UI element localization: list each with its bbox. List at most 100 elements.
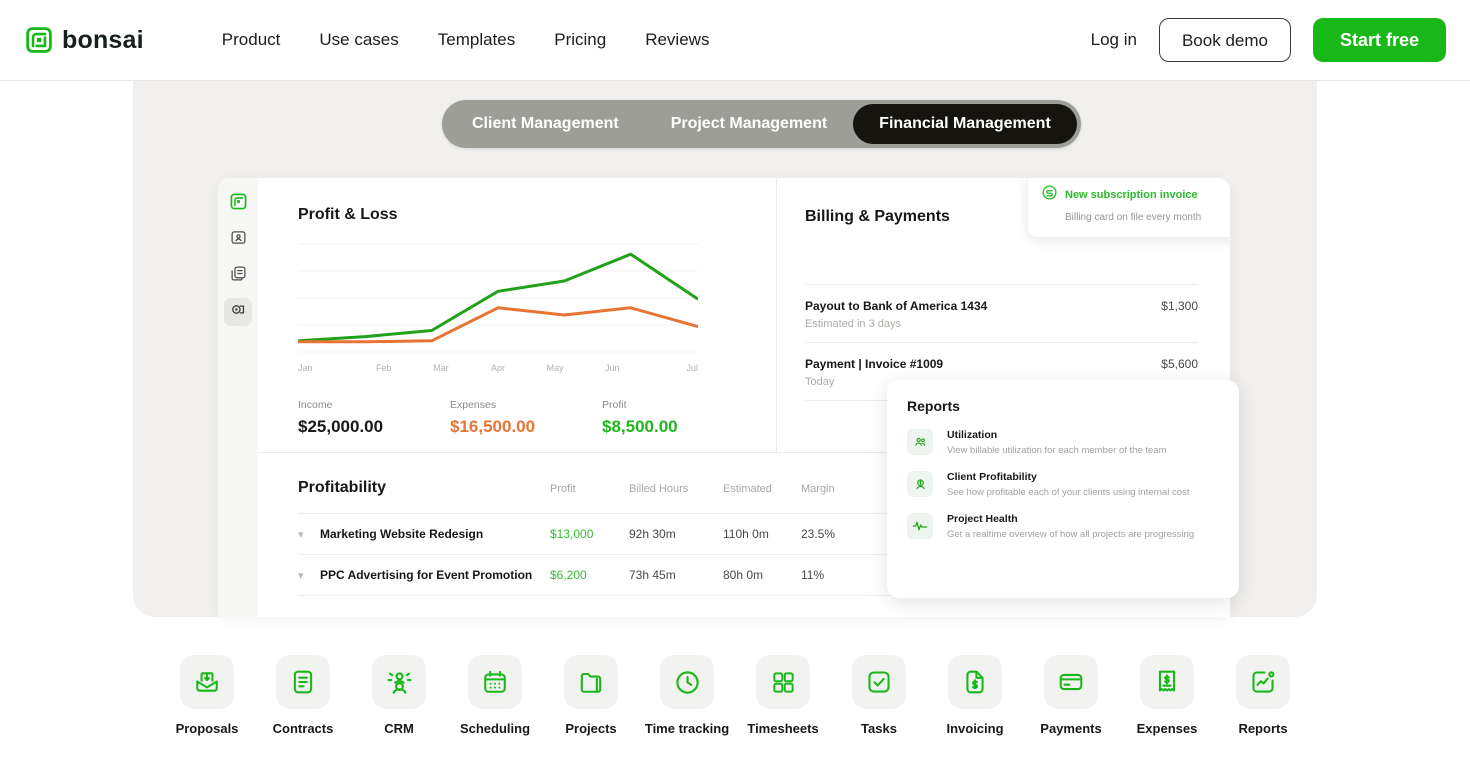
grid-squares-icon <box>756 655 810 709</box>
nav-link-pricing[interactable]: Pricing <box>554 30 606 50</box>
dashboard-sidebar-rail <box>218 178 258 617</box>
reports-title: Reports <box>907 398 960 414</box>
nav-actions: Log in Book demo Start free <box>1091 18 1446 62</box>
feature-label: Contracts <box>272 721 334 736</box>
chart-trend-icon <box>1236 655 1290 709</box>
feature-label: Payments <box>1040 721 1102 736</box>
tab-project-management[interactable]: Project Management <box>645 104 853 144</box>
feature-projects[interactable]: Projects <box>557 655 626 736</box>
report-name: Utilization <box>947 429 998 441</box>
feature-timesheets[interactable]: Timesheets <box>747 655 819 736</box>
segmented-tab-bar: Client Management Project Management Fin… <box>442 100 1081 148</box>
tab-financial-management[interactable]: Financial Management <box>853 104 1077 144</box>
stat-profit-value: $8,500.00 <box>602 417 678 436</box>
feature-label: Timesheets <box>747 721 819 736</box>
chevron-down-icon[interactable]: ▾ <box>298 528 314 541</box>
cell-billed-hours: 92h 30m <box>629 527 676 541</box>
rail-item-payments[interactable] <box>224 298 252 326</box>
nav-links: Product Use cases Templates Pricing Revi… <box>222 30 710 50</box>
stat-income-label: Income <box>298 399 333 411</box>
calendar-icon <box>468 655 522 709</box>
rail-item-contacts[interactable] <box>224 226 252 254</box>
cell-estimated: 110h 0m <box>723 527 769 541</box>
report-description: See how profitable each of your clients … <box>947 487 1190 498</box>
cell-margin: 23.5% <box>801 527 836 541</box>
nav-link-templates[interactable]: Templates <box>438 30 515 50</box>
feature-scheduling[interactable]: Scheduling <box>459 655 531 736</box>
feature-label: Scheduling <box>459 721 531 736</box>
billing-row-title: Payout to Bank of America 1434 <box>805 299 988 313</box>
feature-label: Reports <box>1238 721 1288 736</box>
feature-label: Projects <box>565 721 617 736</box>
feature-label: Time tracking <box>644 721 730 736</box>
billing-row-subtitle: Estimated in 3 days <box>805 318 901 330</box>
billing-row-title: Payment | Invoice #1009 <box>805 357 944 371</box>
cell-margin: 11% <box>801 568 825 582</box>
project-name: Marketing Website Redesign <box>320 527 484 541</box>
start-free-button[interactable]: Start free <box>1312 18 1446 62</box>
report-name: Client Profitability <box>947 471 1037 483</box>
team-utilization-icon <box>907 429 933 455</box>
stat-income: Income $25,000.00 <box>298 399 450 437</box>
book-demo-button[interactable]: Book demo <box>1158 18 1291 62</box>
cell-profit: $13,000 <box>550 527 594 541</box>
feature-label: Proposals <box>175 721 239 736</box>
column-header-margin: Margin <box>801 483 835 495</box>
credit-card-icon <box>1044 655 1098 709</box>
report-item-project-health[interactable]: Project Health Get a realtime overview o… <box>907 513 1219 540</box>
cell-profit: $6,200 <box>550 568 587 582</box>
feature-label: Invoicing <box>946 721 1004 736</box>
stat-profit: Profit $8,500.00 <box>602 399 678 437</box>
bonsai-square-spiral-logo-icon <box>26 27 52 53</box>
x-tick-apr: Apr <box>490 363 505 373</box>
report-description: View billable utilization for each membe… <box>947 445 1167 456</box>
nav-link-use-cases[interactable]: Use cases <box>319 30 398 50</box>
billing-row-payout[interactable]: Payout to Bank of America 1434 Estimated… <box>805 285 1198 342</box>
feature-tasks[interactable]: Tasks <box>845 655 914 736</box>
folder-icon <box>564 655 618 709</box>
rail-item-bonsai-logo[interactable] <box>224 190 252 218</box>
feature-reports[interactable]: Reports <box>1229 655 1298 736</box>
feature-invoicing[interactable]: Invoicing <box>941 655 1010 736</box>
nav-link-product[interactable]: Product <box>222 30 281 50</box>
profit-loss-title: Profit & Loss <box>298 206 398 223</box>
bonsai-logo-icon <box>230 193 247 215</box>
column-header-estimated: Estimated <box>723 483 772 495</box>
people-group-icon <box>372 655 426 709</box>
x-tick-jul: Jul <box>686 363 698 373</box>
reports-panel: Reports Utilization View billable utiliz… <box>887 380 1239 598</box>
feature-icon-row: Proposals Contracts CRM Scheduling Proje… <box>0 655 1470 736</box>
feature-crm[interactable]: CRM <box>365 655 434 736</box>
login-link[interactable]: Log in <box>1091 30 1137 50</box>
client-profitability-icon <box>907 471 933 497</box>
stat-profit-label: Profit <box>602 399 627 411</box>
stat-income-value: $25,000.00 <box>298 417 384 436</box>
cell-estimated: 80h 0m <box>723 568 764 582</box>
feature-payments[interactable]: Payments <box>1037 655 1106 736</box>
feature-time-tracking[interactable]: Time tracking <box>645 655 729 736</box>
report-item-client-profitability[interactable]: Client Profitability See how profitable … <box>907 471 1219 498</box>
payments-icon <box>230 301 247 323</box>
profit-loss-chart-svg <box>298 243 698 353</box>
x-tick-mar: Mar <box>433 363 449 373</box>
brand-logo-link[interactable]: bonsai <box>26 26 144 55</box>
stat-expenses-label: Expenses <box>450 399 497 411</box>
report-item-utilization[interactable]: Utilization View billable utilization fo… <box>907 429 1219 456</box>
chevron-down-icon[interactable]: ▾ <box>298 569 314 582</box>
contact-card-icon <box>230 229 247 251</box>
feature-expenses[interactable]: Expenses <box>1133 655 1202 736</box>
feature-contracts[interactable]: Contracts <box>269 655 338 736</box>
subscription-card-subtitle: Billing card on file every month <box>1065 212 1202 223</box>
contract-document-icon <box>276 655 330 709</box>
tab-client-management[interactable]: Client Management <box>446 104 645 144</box>
documents-icon <box>230 265 247 287</box>
nav-link-reviews[interactable]: Reviews <box>645 30 709 50</box>
new-subscription-invoice-card[interactable]: New subscription invoice Billing card on… <box>1028 178 1230 237</box>
proposal-envelope-icon <box>180 655 234 709</box>
feature-proposals[interactable]: Proposals <box>173 655 242 736</box>
brand-name: bonsai <box>62 25 144 54</box>
rail-item-documents[interactable] <box>224 262 252 290</box>
column-header-profit: Profit <box>550 483 576 495</box>
x-tick-jan: Jan <box>298 363 313 373</box>
stat-expenses-value: $16,500.00 <box>450 417 536 436</box>
